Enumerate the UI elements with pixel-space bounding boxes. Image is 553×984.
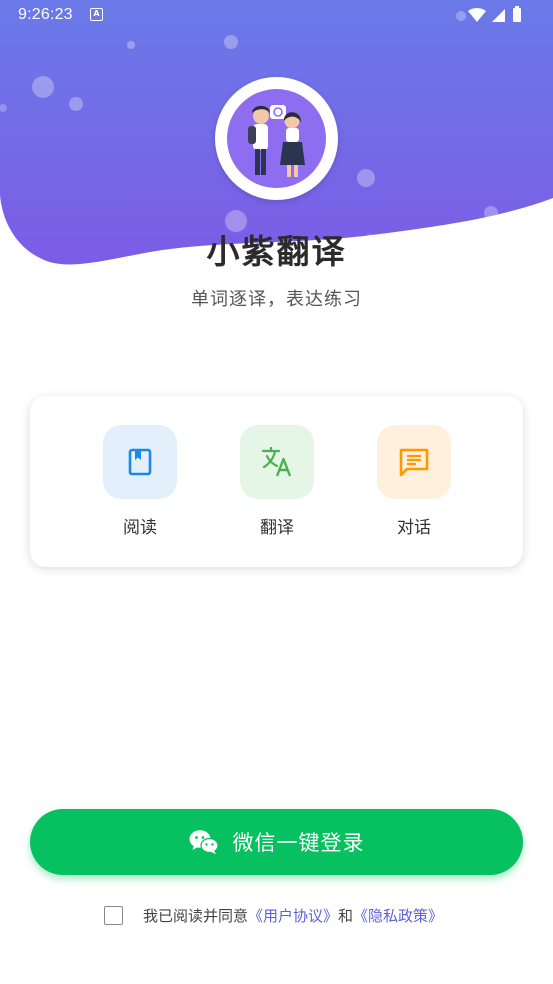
feature-translate-label: 翻译 xyxy=(260,518,294,538)
agreement-and: 和 xyxy=(338,907,354,925)
wifi-icon xyxy=(468,8,486,22)
status-icons xyxy=(468,6,521,22)
feature-reading-label: 阅读 xyxy=(123,518,157,538)
notification-app-icon: A xyxy=(90,8,103,21)
app-slogan: 单词逐译，表达练习 xyxy=(191,289,362,310)
user-agreement-link[interactable]: 《用户协议》 xyxy=(248,907,338,925)
feature-dialogue-icon-box[interactable] xyxy=(377,425,451,499)
status-time: 9:26:23 xyxy=(18,6,73,23)
feature-dialogue-label: 对话 xyxy=(397,518,431,538)
book-icon xyxy=(128,448,152,476)
feature-translate[interactable]: 翻译 xyxy=(240,425,314,538)
wechat-login-button[interactable]: 微信一键登录 xyxy=(30,809,523,875)
wechat-login-label: 微信一键登录 xyxy=(232,831,365,855)
app-logo xyxy=(215,77,338,200)
wechat-icon xyxy=(189,830,219,854)
agreement-checkbox[interactable] xyxy=(104,906,123,925)
translate-icon xyxy=(261,446,292,477)
app-logo-illustration xyxy=(227,89,326,188)
chat-icon xyxy=(399,448,429,477)
signal-icon xyxy=(492,9,505,22)
battery-icon xyxy=(513,8,521,22)
feature-reading[interactable]: 阅读 xyxy=(103,425,177,538)
feature-translate-icon-box[interactable] xyxy=(240,425,314,499)
status-bar: 9:26:23 A xyxy=(0,0,553,30)
feature-reading-icon-box[interactable] xyxy=(103,425,177,499)
agreement-text: 我已阅读并同意《用户协议》和《隐私政策》 xyxy=(143,905,443,926)
feature-dialogue[interactable]: 对话 xyxy=(377,425,451,538)
app-title: 小紫翻译 xyxy=(206,232,347,271)
feature-card: 阅读 翻译 对话 xyxy=(30,396,523,567)
privacy-policy-link[interactable]: 《隐私政策》 xyxy=(353,907,443,925)
agreement-prefix: 我已阅读并同意 xyxy=(143,907,249,925)
